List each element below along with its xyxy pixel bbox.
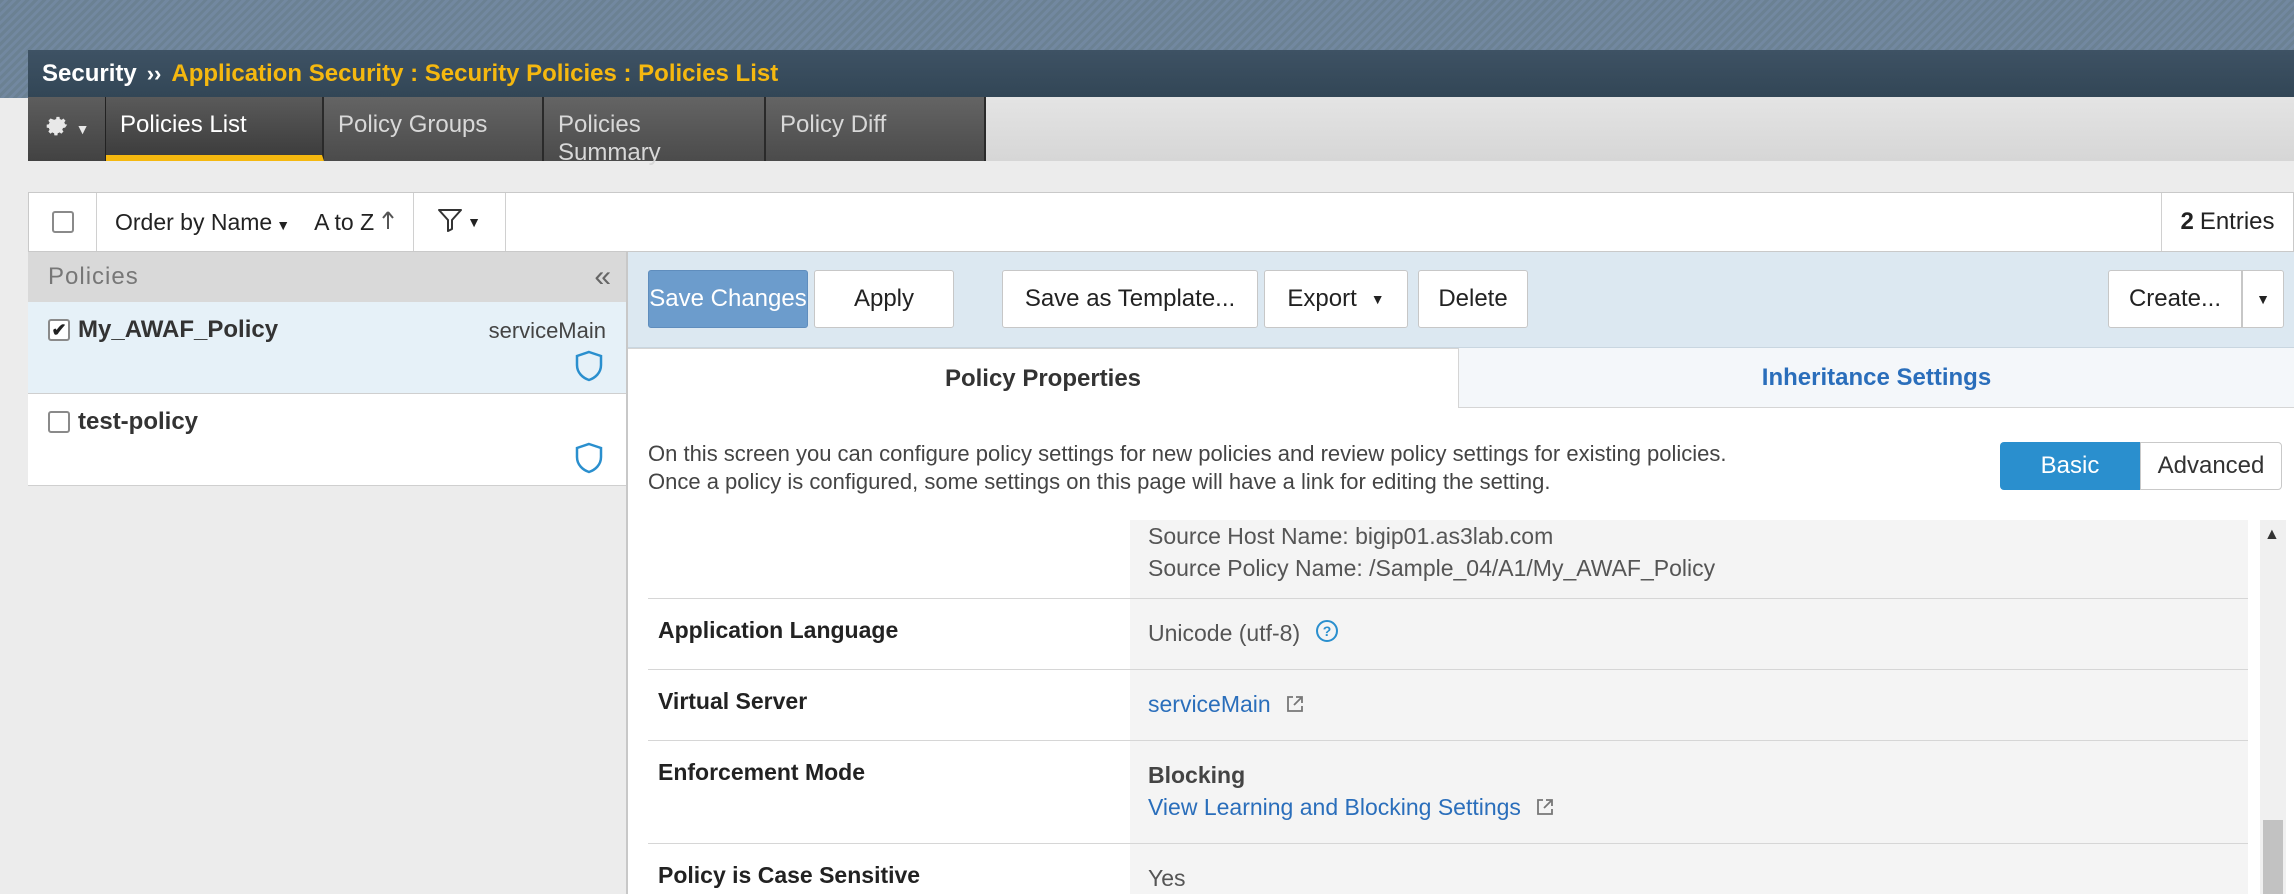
filter-button[interactable]: ▼ [414, 193, 506, 251]
learning-blocking-link[interactable]: View Learning and Blocking Settings [1148, 794, 1521, 820]
source-policy-name: Source Policy Name: /Sample_04/A1/My_AWA… [1148, 555, 1716, 581]
chevron-down-icon: ▼ [1370, 291, 1385, 307]
tab-policies-summary[interactable]: Policies Summary [544, 97, 766, 166]
external-link-icon[interactable] [1535, 793, 1555, 825]
property-label: Virtual Server [648, 669, 1130, 740]
advanced-mode-button[interactable]: Advanced [2140, 442, 2282, 490]
property-row-enforcement: Enforcement Mode Blocking View Learning … [648, 740, 2248, 844]
policy-checkbox[interactable]: ✔ [48, 319, 70, 341]
property-value: Source Host Name: bigip01.as3lab.com Sou… [1130, 520, 2248, 598]
policy-virtual-server: serviceMain [488, 318, 606, 343]
description-line: On this screen you can configure policy … [648, 441, 1727, 466]
help-icon[interactable]: ? [1315, 619, 1339, 651]
entries-count: 2 Entries [2161, 193, 2293, 251]
policies-panel-header: Policies « [28, 252, 626, 302]
breadcrumb-separator: ›› [146, 60, 162, 86]
create-button[interactable]: Create... [2108, 270, 2242, 328]
description-line: Once a policy is configured, some settin… [648, 469, 1551, 494]
property-row-virtual-server: Virtual Server serviceMain [648, 669, 2248, 741]
shield-icon [574, 442, 604, 479]
external-link-icon[interactable] [1285, 690, 1305, 722]
policies-panel: Policies « ✔ My_AWAF_Policy serviceMain … [28, 252, 628, 894]
breadcrumb: Security ›› Application Security : Secur… [28, 50, 2294, 97]
action-bar: Save Changes Apply Save as Template... E… [628, 252, 2294, 348]
property-row-source: Source Host Name: bigip01.as3lab.com Sou… [648, 520, 2248, 599]
chevron-down-icon: ▼ [75, 121, 90, 137]
policy-name[interactable]: My_AWAF_Policy [78, 316, 278, 344]
enforcement-value: Blocking [1148, 761, 1246, 788]
property-label: Application Language [648, 599, 1130, 669]
tab-inheritance-settings[interactable]: Inheritance Settings [1458, 348, 2294, 408]
language-value: Unicode (utf-8) [1148, 620, 1301, 646]
chevron-down-icon: ▼ [276, 216, 291, 233]
policy-list-item[interactable]: test-policy [28, 394, 626, 486]
policy-name-group: test-policy [48, 408, 198, 436]
apply-button[interactable]: Apply [814, 270, 954, 328]
property-value: Yes [1130, 843, 2248, 894]
settings-menu-button[interactable]: ▼ [28, 97, 106, 161]
chevron-down-icon: ▼ [467, 214, 481, 230]
virtual-server-link[interactable]: serviceMain [1148, 691, 1271, 717]
policy-list-item[interactable]: ✔ My_AWAF_Policy serviceMain [28, 302, 626, 394]
order-by-dropdown[interactable]: Order by Name ▼ [115, 209, 290, 236]
tab-policies-list[interactable]: Policies List [106, 97, 324, 161]
select-all-checkbox[interactable] [51, 211, 74, 233]
entries-label: Entries [2199, 208, 2275, 235]
order-by-label: Order by Name [115, 208, 273, 235]
svg-text:?: ? [1322, 623, 1331, 639]
main-tabbar: ▼ Policies List Policy Groups Policies S… [28, 97, 986, 166]
view-mode-toggle: Basic Advanced [2000, 442, 2282, 490]
basic-mode-button[interactable]: Basic [2000, 442, 2140, 490]
sort-direction-button[interactable]: A to Z [314, 209, 394, 236]
policy-name-group: ✔ My_AWAF_Policy [48, 316, 278, 344]
collapse-panel-button[interactable]: « [594, 260, 612, 294]
export-button[interactable]: Export ▼ [1264, 270, 1408, 328]
tabbar-filler [986, 97, 2294, 161]
policy-detail-area: Save Changes Apply Save as Template... E… [628, 252, 2294, 894]
select-all-cell [29, 193, 97, 251]
property-value: serviceMain [1130, 669, 2248, 740]
sort-direction-label: A to Z [314, 208, 375, 235]
shield-icon [574, 350, 604, 387]
tab-policy-diff[interactable]: Policy Diff [766, 97, 986, 161]
save-as-template-button[interactable]: Save as Template... [1002, 270, 1258, 328]
property-label [648, 520, 1130, 598]
page-description: On this screen you can configure policy … [648, 440, 1727, 496]
property-row-case-sensitive: Policy is Case Sensitive Yes [648, 843, 2248, 894]
list-toolbar: Order by Name ▼ A to Z ▼ 2 Entries [28, 192, 2294, 252]
filter-icon [437, 207, 463, 238]
policy-name[interactable]: test-policy [78, 408, 198, 436]
gear-icon [44, 113, 70, 146]
property-label: Enforcement Mode [648, 740, 1130, 843]
source-host-name: Source Host Name: bigip01.as3lab.com [1148, 523, 1554, 549]
policies-panel-title: Policies [48, 263, 139, 290]
property-value: Unicode (utf-8) ? [1130, 599, 2248, 669]
chevron-down-icon: ▼ [2256, 291, 2270, 307]
save-changes-button[interactable]: Save Changes [648, 270, 808, 328]
sort-controls: Order by Name ▼ A to Z [97, 193, 414, 251]
property-tabs: Policy Properties Inheritance Settings [628, 348, 2294, 408]
tab-policy-properties[interactable]: Policy Properties [628, 348, 1458, 408]
tab-policy-groups[interactable]: Policy Groups [324, 97, 544, 161]
property-label: Policy is Case Sensitive [648, 843, 1130, 894]
entries-number: 2 [2180, 208, 2194, 235]
delete-button[interactable]: Delete [1418, 270, 1528, 328]
scrollbar-thumb[interactable] [2263, 820, 2283, 894]
scroll-up-icon[interactable]: ▲ [2264, 526, 2280, 544]
create-dropdown-button[interactable]: ▼ [2242, 270, 2284, 328]
export-label: Export [1287, 285, 1357, 312]
property-value: Blocking View Learning and Blocking Sett… [1130, 740, 2248, 843]
breadcrumb-path: Application Security : Security Policies… [171, 59, 779, 87]
breadcrumb-root[interactable]: Security [42, 60, 137, 88]
arrow-up-icon [381, 209, 395, 235]
properties-grid: Source Host Name: bigip01.as3lab.com Sou… [648, 520, 2248, 894]
properties-scrollbar[interactable]: ▲ [2260, 520, 2286, 894]
policy-checkbox[interactable] [48, 411, 70, 433]
property-row-language: Application Language Unicode (utf-8) ? [648, 599, 2248, 670]
